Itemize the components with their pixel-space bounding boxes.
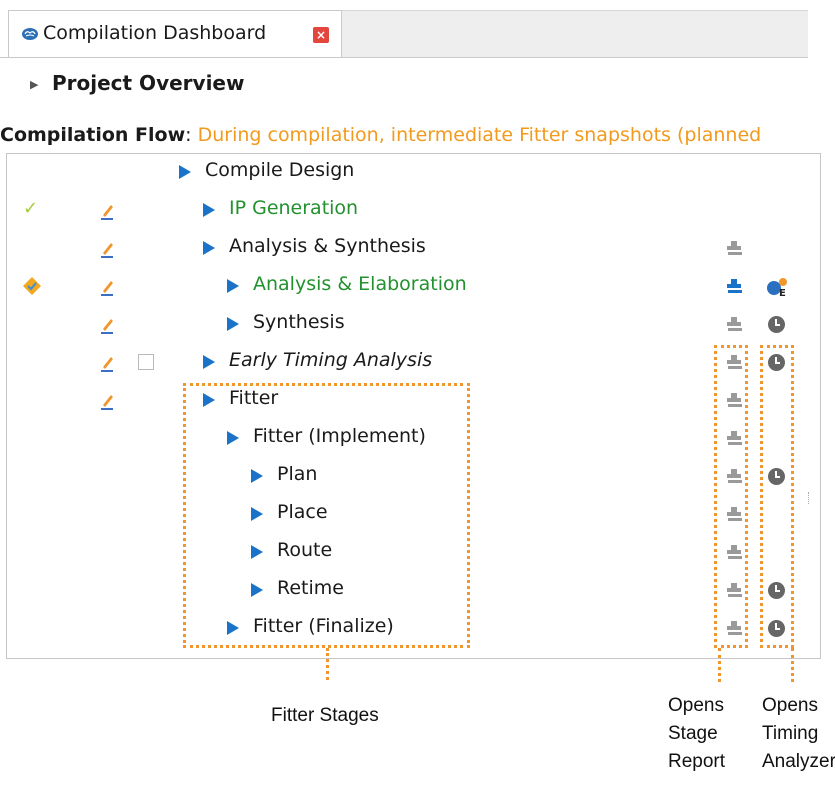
expand-triangle-icon[interactable] <box>227 317 239 331</box>
stage-report-leader <box>718 648 721 682</box>
timing-analyzer-highlight <box>760 345 794 648</box>
expand-triangle-icon[interactable] <box>203 203 215 217</box>
timing-analyzer-icon[interactable]: E <box>765 276 791 298</box>
tab-strip: Compilation Dashboard × <box>0 0 835 58</box>
task-row-compile-design[interactable]: Compile Design <box>7 154 820 192</box>
enable-checkbox[interactable] <box>138 354 154 370</box>
tab-strip-background <box>342 10 808 58</box>
fitter-stages-leader <box>326 648 329 680</box>
stage-report-icon[interactable] <box>725 277 745 297</box>
timing-analyzer-leader <box>791 648 794 682</box>
compilation-flow-label: Compilation Flow <box>0 124 186 146</box>
checkmark-icon: ✓ <box>23 198 39 219</box>
brain-icon <box>22 28 38 40</box>
project-overview-header[interactable]: Project Overview <box>52 71 244 95</box>
timing-analyzer-caption: Opens Timing Analyzer <box>762 692 835 776</box>
edit-settings-icon[interactable] <box>99 391 115 411</box>
expand-triangle-icon[interactable] <box>227 279 239 293</box>
expand-arrow-icon[interactable]: ▶ <box>30 78 38 91</box>
stage-report-caption: Opens Stage Report <box>668 692 725 776</box>
task-name[interactable]: Analysis & Synthesis <box>229 235 426 257</box>
task-row-synthesis[interactable]: Synthesis <box>7 306 820 344</box>
edit-settings-icon[interactable] <box>99 277 115 297</box>
expand-triangle-icon[interactable] <box>203 355 215 369</box>
task-name[interactable]: Early Timing Analysis <box>229 349 432 371</box>
caption-line: Analyzer <box>762 751 835 772</box>
svg-text:E: E <box>779 288 786 298</box>
tab-title: Compilation Dashboard <box>43 22 267 44</box>
fitter-stages-caption: Fitter Stages <box>271 705 379 726</box>
stage-report-icon[interactable] <box>725 315 745 335</box>
expand-triangle-icon[interactable] <box>203 241 215 255</box>
tab-compilation-dashboard[interactable]: Compilation Dashboard × <box>8 10 342 58</box>
compilation-flow-status: Compilation Flow: During compilation, in… <box>0 124 820 154</box>
close-icon[interactable]: × <box>313 27 329 43</box>
warning-icon <box>23 277 41 295</box>
task-row-early-timing-analysis[interactable]: Early Timing Analysis <box>7 344 820 382</box>
caption-line: Opens <box>668 695 724 716</box>
stage-report-icon[interactable] <box>725 239 745 259</box>
edit-settings-icon[interactable] <box>99 315 115 335</box>
task-name[interactable]: IP Generation <box>229 197 358 219</box>
fitter-stages-highlight <box>183 383 470 648</box>
expand-triangle-icon[interactable] <box>179 165 191 179</box>
resize-grip[interactable] <box>808 492 812 504</box>
caption-line: Report <box>668 751 726 772</box>
task-row-analysis-elaboration[interactable]: Analysis & Elaboration E <box>7 268 820 306</box>
task-row-analysis-synthesis[interactable]: Analysis & Synthesis <box>7 230 820 268</box>
edit-settings-icon[interactable] <box>99 201 115 221</box>
caption-line: Opens <box>762 695 818 716</box>
caption-line: Stage <box>668 723 718 744</box>
task-row-ip-generation[interactable]: ✓ IP Generation <box>7 192 820 230</box>
caption-line: Timing <box>762 723 819 744</box>
stage-report-highlight <box>714 345 748 648</box>
task-name[interactable]: Analysis & Elaboration <box>253 273 467 295</box>
compilation-flow-message: During compilation, intermediate Fitter … <box>191 124 762 146</box>
task-name[interactable]: Compile Design <box>205 159 354 181</box>
tab-strip-divider <box>0 57 808 58</box>
task-name[interactable]: Synthesis <box>253 311 345 333</box>
edit-settings-icon[interactable] <box>99 353 115 373</box>
edit-settings-icon[interactable] <box>99 239 115 259</box>
clock-icon[interactable] <box>768 316 785 333</box>
